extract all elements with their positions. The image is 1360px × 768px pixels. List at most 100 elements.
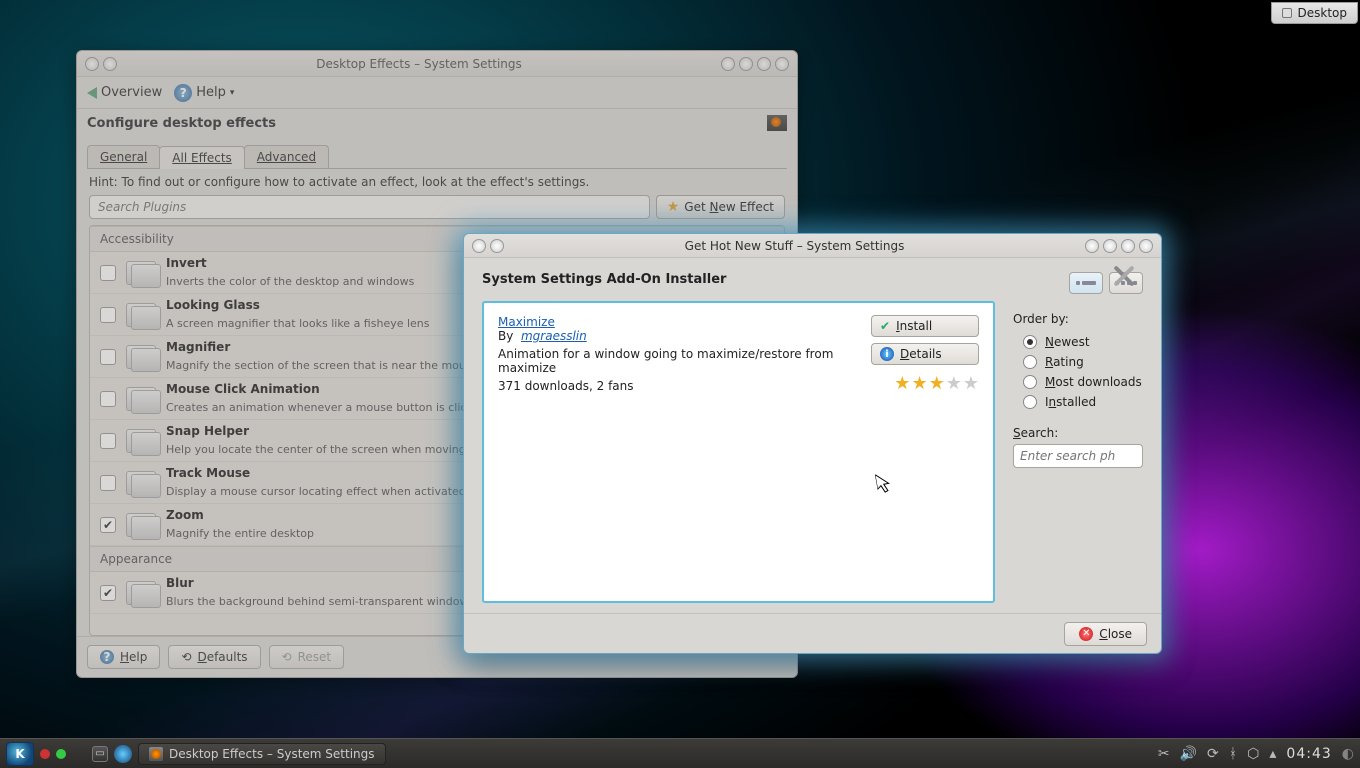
checkbox[interactable] (100, 475, 116, 491)
toolbar: Overview ? Help ▾ (77, 77, 797, 109)
window-pin-icon[interactable] (490, 239, 504, 253)
desktop-toolbox-label: Desktop (1298, 6, 1348, 20)
module-header: Configure desktop effects (77, 109, 797, 137)
search-input[interactable] (1013, 444, 1143, 468)
star-icon: ★ (894, 373, 910, 394)
addon-result-item[interactable]: Maximize By mgraesslin Animation for a w… (482, 301, 995, 603)
overview-label: Overview (101, 85, 162, 100)
minimize-icon[interactable] (739, 57, 753, 71)
task-desktop-effects[interactable]: Desktop Effects – System Settings (138, 743, 386, 765)
kickoff-menu[interactable]: K (6, 742, 34, 766)
window-title: Desktop Effects – System Settings (119, 57, 719, 71)
system-tray: ✂ 🔊 ⟳ ᚼ ⬡ ▴ 04:43 ◐ (1158, 746, 1354, 762)
maximize-icon[interactable] (1121, 239, 1135, 253)
installer-header: System Settings Add-On Installer (482, 272, 726, 287)
overview-button[interactable]: Overview (87, 85, 162, 100)
web-browser-icon[interactable] (114, 745, 132, 763)
info-icon: i (880, 347, 894, 361)
radio-icon (1023, 355, 1037, 369)
window-menu-icon[interactable] (85, 57, 99, 71)
defaults-button[interactable]: ⟲Defaults (168, 645, 260, 669)
help-icon[interactable] (1085, 239, 1099, 253)
titlebar[interactable]: Get Hot New Stuff – System Settings (464, 234, 1161, 258)
help-icon: ? (174, 84, 192, 102)
search-plugins-input[interactable] (89, 195, 650, 219)
window-title: Get Hot New Stuff – System Settings (506, 239, 1083, 253)
plasma-desktop-toolbox[interactable]: Desktop (1271, 2, 1359, 24)
checkbox[interactable] (100, 265, 116, 281)
effect-thumb-icon (126, 387, 156, 411)
activity-dot-red-icon[interactable] (40, 749, 50, 759)
star-icon: ★ (929, 373, 945, 394)
cashew-icon (1282, 8, 1292, 18)
radio-icon (1023, 335, 1037, 349)
sort-most-downloads[interactable]: Most downloads (1013, 372, 1143, 392)
refresh-icon[interactable]: ⟳ (1207, 746, 1219, 762)
search-label: Search: (1013, 426, 1143, 440)
hint-text: Hint: To find out or configure how to ac… (77, 169, 797, 195)
sort-newest[interactable]: Newest (1013, 332, 1143, 352)
minimize-icon[interactable] (1103, 239, 1117, 253)
effect-thumb-icon (126, 303, 156, 327)
checkbox-checked[interactable]: ✔ (100, 585, 116, 601)
window-pin-icon[interactable] (103, 57, 117, 71)
network-icon[interactable]: ⬡ (1247, 746, 1259, 762)
maximize-icon[interactable] (757, 57, 771, 71)
close-icon[interactable] (775, 57, 789, 71)
taskbar-panel: K ▭ Desktop Effects – System Settings ✂ … (0, 738, 1360, 768)
tab-all-effects[interactable]: All Effects (159, 146, 244, 169)
help-icon[interactable] (721, 57, 735, 71)
addon-title-link[interactable]: Maximize (498, 315, 555, 329)
help-menu[interactable]: ? Help ▾ (174, 84, 234, 102)
rating-stars[interactable]: ★ ★ ★ ★ ★ (894, 373, 979, 394)
radio-icon (1023, 395, 1037, 409)
effect-thumb-icon (126, 429, 156, 453)
addon-desc: Animation for a window going to maximize… (498, 347, 859, 375)
tab-general[interactable]: General (87, 145, 160, 168)
checkbox-checked[interactable]: ✔ (100, 517, 116, 533)
checkbox[interactable] (100, 307, 116, 323)
chevron-up-icon[interactable]: ▴ (1269, 746, 1276, 762)
star-icon: ★ (946, 373, 962, 394)
checkbox[interactable] (100, 391, 116, 407)
addon-author-link[interactable]: mgraesslin (521, 329, 587, 343)
activity-dot-green-icon[interactable] (56, 749, 66, 759)
undo-icon: ⟲ (181, 650, 191, 664)
view-list-button[interactable] (1069, 272, 1103, 294)
details-button[interactable]: iDetails (871, 343, 979, 365)
task-app-icon (149, 747, 163, 761)
effect-thumb-icon (126, 345, 156, 369)
star-icon: ★ (963, 373, 979, 394)
sort-rating[interactable]: Rating (1013, 352, 1143, 372)
bluetooth-icon[interactable]: ᚼ (1229, 746, 1237, 762)
sort-installed[interactable]: Installed (1013, 392, 1143, 412)
module-header-label: Configure desktop effects (87, 116, 276, 131)
effect-thumb-icon (126, 581, 156, 605)
install-button[interactable]: ✔Install (871, 315, 979, 337)
clipboard-icon[interactable]: ✂ (1158, 746, 1170, 762)
volume-icon[interactable]: 🔊 (1180, 746, 1197, 762)
titlebar[interactable]: Desktop Effects – System Settings (77, 51, 797, 77)
chevron-down-icon: ▾ (230, 88, 235, 98)
help-button[interactable]: ?Help (87, 645, 160, 669)
close-button[interactable]: ✕ Close (1064, 622, 1147, 646)
tools-icon (767, 115, 787, 131)
addon-by: By (498, 329, 513, 343)
get-new-effect-button[interactable]: ★ Get New Effect (656, 195, 785, 219)
help-label: Help (196, 85, 226, 100)
effect-thumb-icon (126, 471, 156, 495)
logout-icon[interactable]: ◐ (1342, 746, 1354, 762)
checkbox[interactable] (100, 349, 116, 365)
order-by-label: Order by: (1013, 312, 1143, 326)
show-desktop-icon[interactable]: ▭ (92, 746, 108, 762)
reset-button[interactable]: ⟲Reset (269, 645, 345, 669)
window-get-hot-new-stuff: Get Hot New Stuff – System Settings Syst… (463, 233, 1162, 654)
window-menu-icon[interactable] (472, 239, 486, 253)
close-icon[interactable] (1139, 239, 1153, 253)
checkbox[interactable] (100, 433, 116, 449)
tools-icon (1105, 270, 1143, 304)
undo-icon: ⟲ (282, 650, 292, 664)
clock[interactable]: 04:43 (1286, 746, 1331, 762)
tab-advanced[interactable]: Advanced (244, 145, 329, 168)
check-icon: ✔ (880, 319, 890, 333)
